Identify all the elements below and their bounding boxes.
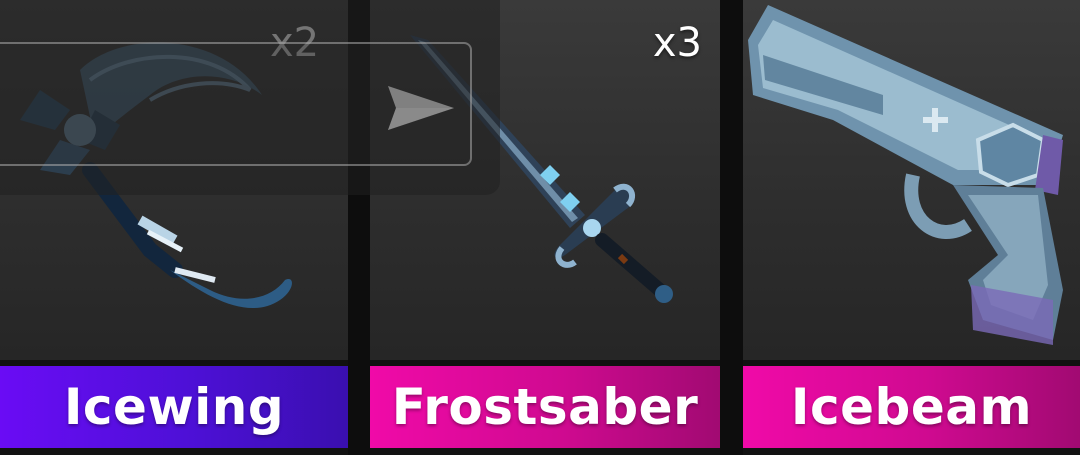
item-name-label: Icebeam bbox=[743, 366, 1080, 448]
card-bottom-edge bbox=[743, 448, 1080, 455]
item-card-icebeam[interactable]: Icebeam bbox=[743, 0, 1080, 455]
chat-overlay: x2 bbox=[0, 0, 500, 195]
card-bottom-edge bbox=[0, 448, 348, 455]
item-name-text: Icebeam bbox=[790, 378, 1033, 436]
item-art-icebeam bbox=[743, 0, 1080, 360]
item-name-label: Frostsaber bbox=[370, 366, 720, 448]
card-bottom-edge bbox=[370, 448, 720, 455]
item-name-text: Frostsaber bbox=[391, 378, 699, 436]
item-name-text: Icewing bbox=[63, 378, 285, 436]
send-arrow-icon[interactable] bbox=[382, 78, 458, 138]
item-name-label: Icewing bbox=[0, 366, 348, 448]
item-quantity: x3 bbox=[652, 20, 702, 66]
send-arrow-icon bbox=[388, 86, 454, 130]
gun-icon bbox=[748, 5, 1063, 345]
inventory-grid: Icewing x3 Frostsaber Icebeam x2 bbox=[0, 0, 1080, 455]
